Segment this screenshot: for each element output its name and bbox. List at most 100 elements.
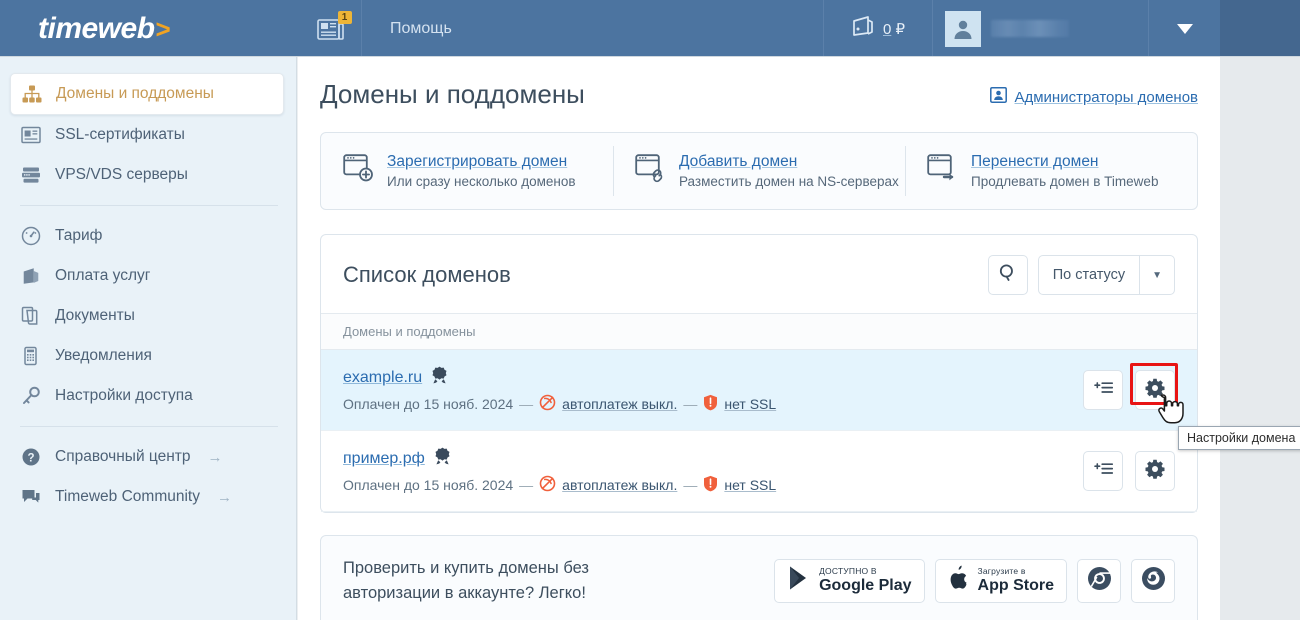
status-filter-dropdown[interactable]: По статусу ▼: [1037, 255, 1175, 295]
chevron-down-icon: [1176, 23, 1193, 34]
domain-list-column-header: Домены и поддомены: [321, 313, 1197, 350]
domain-list-title: Список доменов: [343, 262, 511, 287]
domain-info: пример.рф Оплачен до 15 нояб. 2024 — авт…: [343, 447, 776, 495]
sidebar-item-domains[interactable]: Домены и поддомены: [10, 73, 284, 115]
help-circle-icon: ?: [20, 446, 42, 468]
balance-amount: 0 ₽: [882, 20, 906, 38]
no-ssl-shield-icon: [703, 394, 718, 414]
meta-dash: —: [683, 477, 698, 493]
wallet-icon: [20, 265, 42, 287]
app-store-badge[interactable]: Загрузите в App Store: [934, 558, 1067, 603]
sidebar-item-documents[interactable]: Документы: [0, 296, 296, 336]
promo-line-1: Проверить и купить домены без: [343, 559, 589, 577]
search-button[interactable]: [987, 255, 1028, 295]
sidebar-item-community[interactable]: Timeweb Community →: [0, 477, 296, 517]
page-header: Домены и поддомены Администраторы домено…: [320, 79, 1198, 110]
sidebar-item-access-settings[interactable]: Настройки доступа: [0, 376, 296, 416]
domain-admins-label[interactable]: Администраторы доменов: [1014, 89, 1198, 106]
logo-arrow-icon: >: [155, 13, 171, 44]
add-domain-title[interactable]: Добавить домен: [679, 153, 899, 171]
apple-icon: [948, 565, 970, 596]
sidebar-divider-1: [20, 205, 278, 206]
add-domain-action[interactable]: Добавить домен Разместить домен на NS-се…: [613, 133, 905, 209]
transfer-domain-subtitle: Продлевать домен в Timeweb: [971, 174, 1159, 189]
transfer-domain-action[interactable]: Перенести домен Продлевать домен в Timew…: [905, 133, 1197, 209]
autopay-status[interactable]: автоплатеж выкл.: [562, 477, 677, 493]
domain-name-wrap: пример.рф: [343, 447, 776, 470]
domain-paid-until: Оплачен до 15 нояб. 2024: [343, 477, 514, 493]
table-row[interactable]: пример.рф Оплачен до 15 нояб. 2024 — авт…: [321, 431, 1197, 512]
add-subdomain-button[interactable]: [1083, 370, 1123, 410]
window-plus-icon: [343, 154, 374, 188]
domain-list-tools: По статусу ▼: [987, 255, 1175, 295]
ssl-status[interactable]: нет SSL: [724, 477, 776, 493]
logo[interactable]: timeweb>: [0, 0, 300, 57]
sidebar-item-payment[interactable]: Оплата услуг: [0, 256, 296, 296]
google-play-big: Google Play: [819, 576, 912, 594]
domain-link[interactable]: пример.рф: [343, 450, 425, 468]
domain-settings-button[interactable]: [1135, 370, 1175, 410]
quick-actions-panel: Зарегистрировать домен Или сразу несколь…: [320, 132, 1198, 210]
news-button[interactable]: 1: [300, 0, 362, 57]
sidebar-item-label: Домены и поддомены: [56, 85, 214, 102]
sidebar-item-ssl[interactable]: SSL-сертификаты: [0, 115, 296, 155]
user-menu-toggle[interactable]: [1148, 0, 1220, 57]
domain-name-wrap: example.ru: [343, 366, 776, 389]
help-menu-item[interactable]: Помощь: [362, 0, 823, 57]
autopay-status[interactable]: автоплатеж выкл.: [562, 396, 677, 412]
wallet-icon: [851, 15, 875, 42]
award-badge-icon: [431, 366, 448, 389]
documents-icon: [20, 305, 42, 327]
register-domain-action[interactable]: Зарегистрировать домен Или сразу несколь…: [321, 133, 613, 209]
key-icon: [20, 385, 42, 407]
store-badges: ДОСТУПНО В Google Play Загрузите в App S…: [774, 558, 1175, 603]
add-subdomain-button[interactable]: [1083, 451, 1123, 491]
chrome-icon: [1087, 566, 1112, 596]
ssl-status[interactable]: нет SSL: [724, 396, 776, 412]
sidebar-item-tariff[interactable]: Тариф: [0, 216, 296, 256]
domain-admins-link[interactable]: Администраторы доменов: [990, 87, 1198, 108]
certificate-icon: [20, 124, 42, 146]
domain-settings-button[interactable]: [1135, 451, 1175, 491]
google-play-badge[interactable]: ДОСТУПНО В Google Play: [774, 558, 925, 603]
no-ssl-shield-icon: [703, 475, 718, 495]
sidebar-item-help-center[interactable]: ? Справочный центр →: [0, 437, 296, 477]
meta-dash: —: [519, 477, 534, 493]
topbar-right-filler: [1220, 0, 1300, 57]
window-arrow-icon: [927, 154, 958, 188]
chrome-extension-badge[interactable]: [1077, 558, 1121, 603]
gauge-icon: [20, 225, 42, 247]
domain-link[interactable]: example.ru: [343, 369, 422, 387]
sidebar-item-vps[interactable]: VPS/VDS серверы: [0, 155, 296, 195]
promo-text: Проверить и купить домены без авторизаци…: [343, 556, 589, 606]
register-domain-title[interactable]: Зарегистрировать домен: [387, 153, 576, 171]
transfer-domain-title[interactable]: Перенести домен: [971, 153, 1158, 171]
domain-meta: Оплачен до 15 нояб. 2024 — автоплатеж вы…: [343, 475, 776, 495]
tooltip: Настройки домена: [1178, 426, 1300, 450]
user-account[interactable]: [933, 0, 1148, 57]
external-link-icon: →: [217, 488, 232, 506]
add-domain-subtitle: Разместить домен на NS-серверах: [679, 174, 899, 189]
list-plus-icon: [1093, 380, 1113, 401]
domain-paid-until: Оплачен до 15 нояб. 2024: [343, 396, 514, 412]
award-badge-icon: [434, 447, 451, 470]
server-icon: [20, 164, 42, 186]
firefox-icon: [1141, 566, 1166, 596]
sitemap-icon: [21, 83, 43, 105]
row-actions: [1083, 451, 1175, 491]
sidebar-item-label: VPS/VDS серверы: [55, 166, 188, 183]
meta-dash: —: [683, 396, 698, 412]
sidebar: Домены и поддомены SSL-сертификаты VPS/V…: [0, 57, 297, 620]
meta-dash: —: [519, 396, 534, 412]
list-plus-icon: [1093, 461, 1113, 482]
balance-button[interactable]: 0 ₽: [823, 0, 933, 57]
firefox-extension-badge[interactable]: [1131, 558, 1175, 603]
promo-line-2: авторизации в аккаунте? Легко!: [343, 583, 586, 602]
table-row[interactable]: example.ru Оплачен до 15 нояб. 2024 — ав…: [321, 350, 1197, 431]
page-right-strip: [1220, 57, 1300, 620]
sidebar-item-notifications[interactable]: Уведомления: [0, 336, 296, 376]
sidebar-item-label: Уведомления: [55, 347, 152, 364]
domain-list-header: Список доменов По статусу ▼: [321, 235, 1197, 313]
main-content: Домены и поддомены Администраторы домено…: [298, 57, 1220, 620]
top-navigation-bar: timeweb> 1 Помощь 0 ₽: [0, 0, 1220, 57]
